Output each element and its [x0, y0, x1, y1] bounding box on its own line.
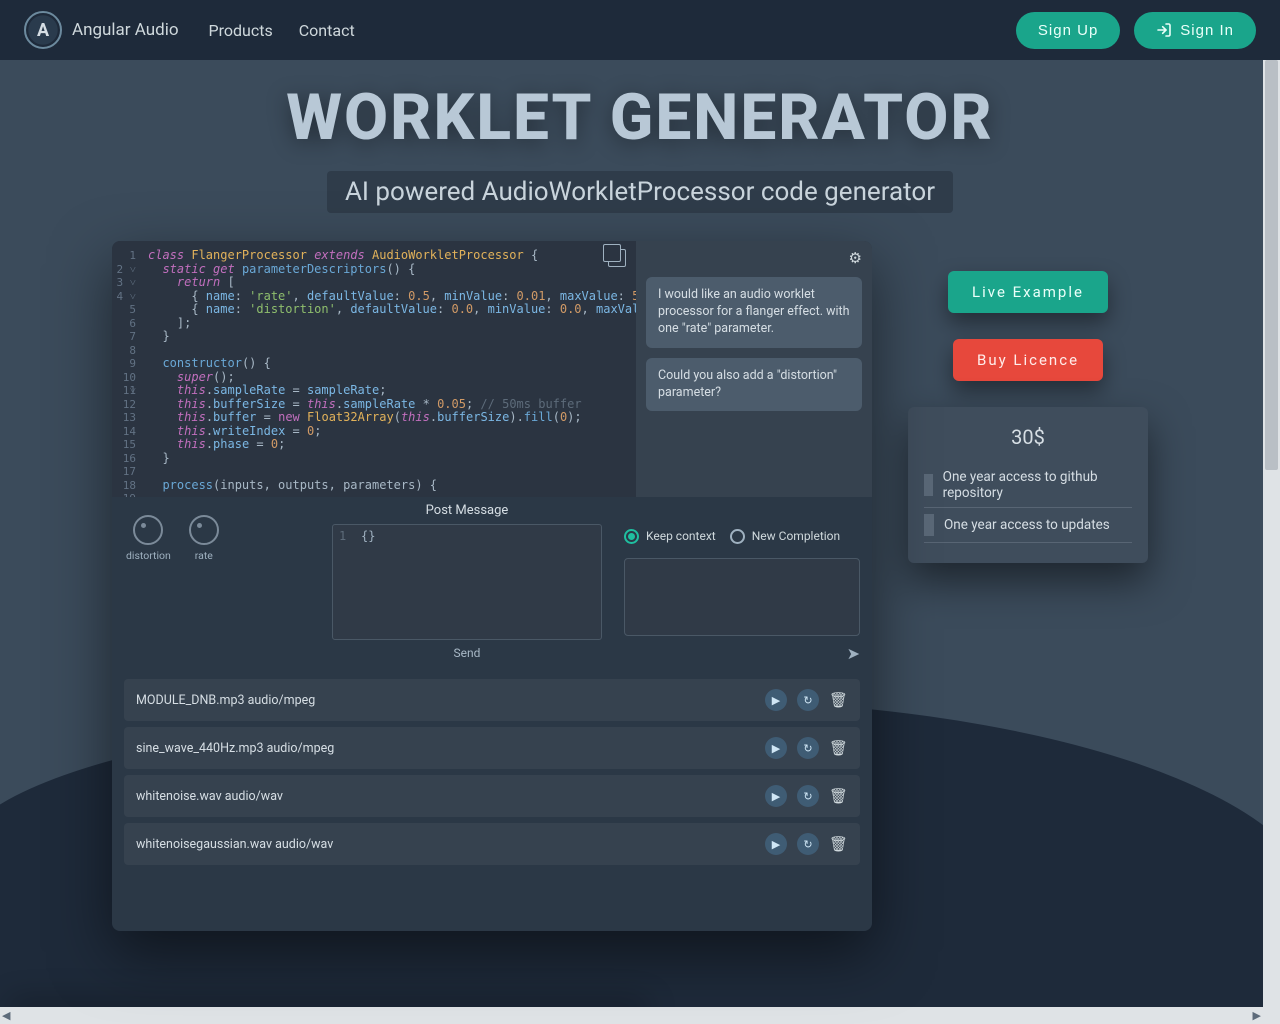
- new-completion-label: New Completion: [752, 529, 840, 543]
- scrollbar-corner: [1263, 1007, 1280, 1024]
- bullet-icon: [924, 514, 934, 536]
- post-default-text: {}: [361, 529, 375, 543]
- brand-name[interactable]: Angular Audio: [72, 20, 179, 40]
- login-icon: [1156, 22, 1172, 38]
- page-title: WORKLET GENERATOR: [40, 80, 1240, 155]
- live-example-button[interactable]: Live Example: [948, 271, 1108, 313]
- play-icon[interactable]: ▶: [765, 737, 787, 759]
- keep-context-label: Keep context: [646, 529, 716, 543]
- feature-row: One year access to updates: [924, 508, 1132, 543]
- radio-new-completion[interactable]: [730, 529, 745, 544]
- chat-message: Could you also add a "distortion" parame…: [646, 358, 862, 412]
- knob-distortion[interactable]: distortion: [126, 515, 171, 665]
- chat-message: I would like an audio worklet processor …: [646, 277, 862, 348]
- feature-row: One year access to github repository: [924, 463, 1132, 508]
- file-label: sine_wave_440Hz.mp3 audio/mpeg: [136, 741, 334, 756]
- app-preview-card: 12 ˅3 ˅4 ˅5678910 ˅111213141516171819 ˅ …: [112, 241, 872, 931]
- dial-icon[interactable]: [133, 515, 163, 545]
- file-row: sine_wave_440Hz.mp3 audio/mpeg ▶ ↻ 🗑: [124, 727, 860, 769]
- feature-text: One year access to updates: [944, 517, 1110, 533]
- file-label: whitenoisegaussian.wav audio/wav: [136, 837, 333, 852]
- price-value: 30$: [924, 425, 1132, 449]
- code-content: class FlangerProcessor extends AudioWork…: [148, 249, 628, 492]
- file-label: whitenoise.wav audio/wav: [136, 789, 283, 804]
- loop-icon[interactable]: ↻: [797, 833, 819, 855]
- price-card: 30$ One year access to github repository…: [908, 407, 1148, 563]
- signin-label: Sign In: [1180, 22, 1234, 39]
- file-label: MODULE_DNB.mp3 audio/mpeg: [136, 693, 315, 708]
- file-row: whitenoisegaussian.wav audio/wav ▶ ↻ 🗑: [124, 823, 860, 865]
- param-knob-panel: distortion rate: [112, 497, 322, 673]
- file-row: MODULE_DNB.mp3 audio/mpeg ▶ ↻ 🗑: [124, 679, 860, 721]
- trash-icon[interactable]: 🗑: [829, 691, 848, 709]
- post-message-input[interactable]: 1 {}: [332, 524, 602, 640]
- feature-text: One year access to github repository: [943, 469, 1132, 501]
- chat-panel: ⚙ I would like an audio worklet processo…: [636, 241, 872, 497]
- bullet-icon: [924, 474, 933, 496]
- top-nav: A Angular Audio Products Contact Sign Up…: [0, 0, 1280, 60]
- side-column: Live Example Buy Licence 30$ One year ac…: [908, 241, 1148, 563]
- nav-link-products[interactable]: Products: [209, 21, 273, 40]
- gear-icon[interactable]: ⚙: [849, 249, 862, 267]
- completion-panel: Keep context New Completion ➤: [612, 497, 872, 673]
- trash-icon[interactable]: 🗑: [829, 835, 848, 853]
- signup-button[interactable]: Sign Up: [1016, 12, 1120, 49]
- loop-icon[interactable]: ↻: [797, 785, 819, 807]
- loop-icon[interactable]: ↻: [797, 689, 819, 711]
- play-icon[interactable]: ▶: [765, 689, 787, 711]
- signup-label: Sign Up: [1038, 22, 1098, 39]
- logo-icon: A: [24, 11, 62, 49]
- send-icon[interactable]: ➤: [847, 644, 860, 663]
- line-gutter: 12 ˅3 ˅4 ˅5678910 ˅111213141516171819 ˅: [112, 249, 142, 497]
- send-button[interactable]: Send: [332, 646, 602, 660]
- nav-link-contact[interactable]: Contact: [299, 21, 355, 40]
- file-list: MODULE_DNB.mp3 audio/mpeg ▶ ↻ 🗑sine_wave…: [112, 679, 872, 865]
- buy-licence-button[interactable]: Buy Licence: [953, 339, 1103, 381]
- post-title: Post Message: [332, 503, 602, 518]
- trash-icon[interactable]: 🗑: [829, 787, 848, 805]
- horizontal-scrollbar[interactable]: ◀▶: [0, 1007, 1263, 1024]
- radio-keep-context[interactable]: [624, 529, 639, 544]
- loop-icon[interactable]: ↻: [797, 737, 819, 759]
- code-editor[interactable]: 12 ˅3 ˅4 ˅5678910 ˅111213141516171819 ˅ …: [112, 241, 636, 497]
- post-message-panel: Post Message 1 {} Send: [322, 497, 612, 673]
- knob-label: rate: [189, 549, 219, 562]
- play-icon[interactable]: ▶: [765, 785, 787, 807]
- knob-rate[interactable]: rate: [189, 515, 219, 665]
- play-icon[interactable]: ▶: [765, 833, 787, 855]
- line-number: 1: [339, 529, 346, 543]
- page-subtitle: AI powered AudioWorkletProcessor code ge…: [327, 171, 953, 213]
- knob-label: distortion: [126, 549, 171, 562]
- file-row: whitenoise.wav audio/wav ▶ ↻ 🗑: [124, 775, 860, 817]
- dial-icon[interactable]: [189, 515, 219, 545]
- signin-button[interactable]: Sign In: [1134, 12, 1256, 49]
- trash-icon[interactable]: 🗑: [829, 739, 848, 757]
- prompt-input[interactable]: [624, 558, 860, 636]
